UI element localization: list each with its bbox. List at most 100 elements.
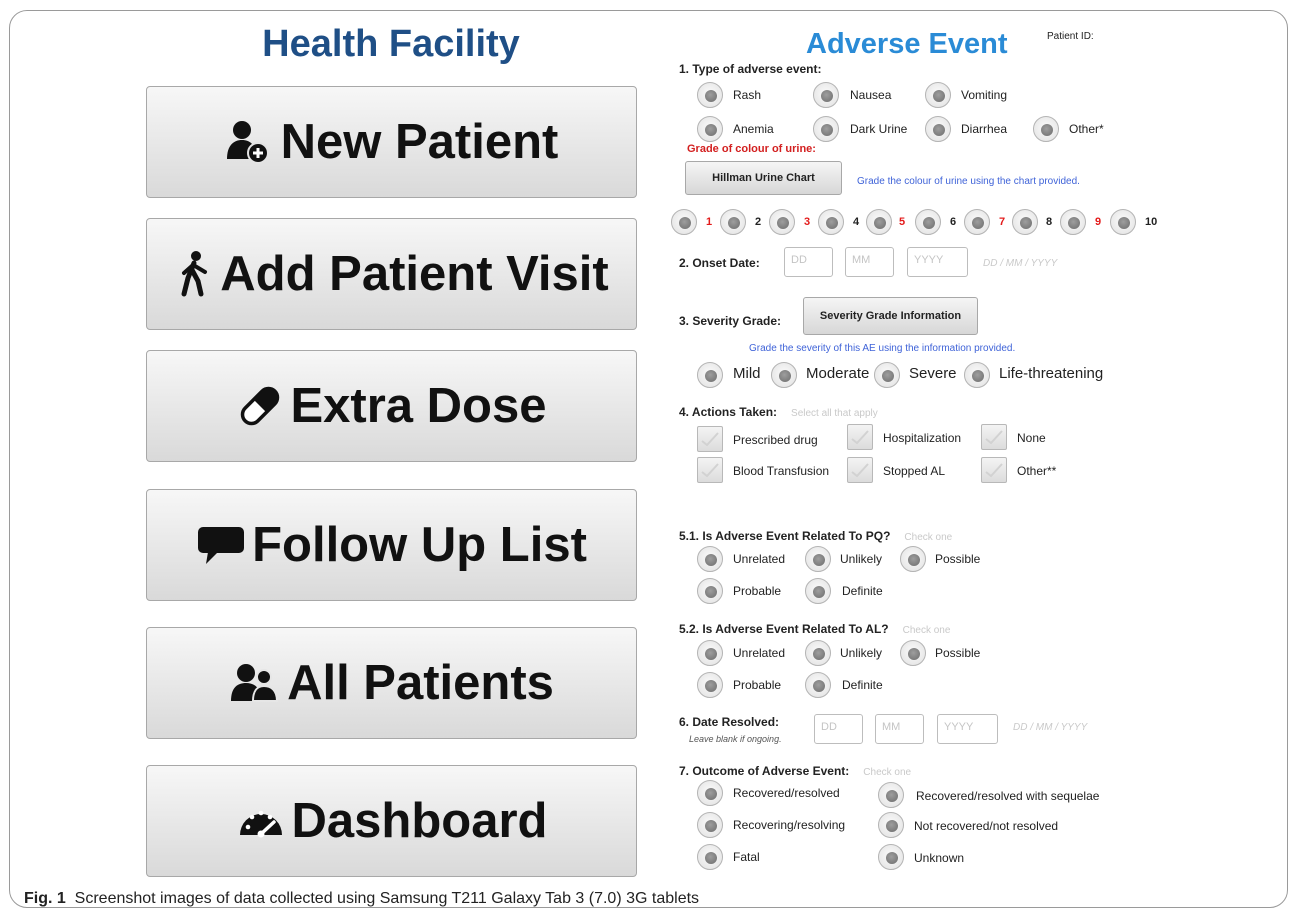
q4-title: 4. Actions Taken: — [679, 405, 778, 419]
q3-label: 3. Severity Grade: — [679, 314, 782, 328]
al-unlikely-label: Unlikely — [840, 646, 883, 660]
checkbox-hospitalization[interactable] — [847, 424, 873, 450]
outcome-recovering-label: Recovering/resolving — [733, 818, 846, 832]
option-none-label: None — [1017, 431, 1046, 445]
adverse-event-title: Adverse Event — [806, 28, 1008, 60]
grade-radio-7[interactable] — [964, 209, 990, 235]
add-patient-visit-button[interactable]: Add Patient Visit — [146, 218, 637, 330]
al-radio-definite[interactable] — [805, 672, 831, 698]
check-icon — [701, 432, 719, 447]
grade-radio-3[interactable] — [769, 209, 795, 235]
q52-label: 5.2. Is Adverse Event Related To AL? Chec… — [679, 622, 950, 636]
grade-radio-2[interactable] — [720, 209, 746, 235]
grade-7-label: 7 — [999, 216, 1006, 228]
q6-label: 6. Date Resolved: — [679, 715, 780, 729]
checkbox-prescribed-drug[interactable] — [697, 426, 723, 452]
pq-radio-unrelated[interactable] — [697, 546, 723, 572]
al-radio-unrelated[interactable] — [697, 640, 723, 666]
radio-severe[interactable] — [874, 362, 900, 388]
extra-dose-label: Extra Dose — [290, 379, 547, 433]
pq-radio-probable[interactable] — [697, 578, 723, 604]
extra-dose-button[interactable]: Extra Dose — [146, 350, 637, 462]
onset-date-format-hint: DD / MM / YYYY — [983, 258, 1058, 269]
outcome-radio-unknown[interactable] — [878, 844, 904, 870]
resolved-month-field[interactable]: MM — [875, 714, 924, 744]
grade-8-label: 8 — [1046, 216, 1053, 228]
grade-radio-9[interactable] — [1060, 209, 1086, 235]
checkbox-other[interactable] — [981, 457, 1007, 483]
pq-radio-possible[interactable] — [900, 546, 926, 572]
follow-up-list-button[interactable]: Follow Up List — [146, 489, 637, 601]
figure-number: Fig. 1 — [24, 890, 66, 907]
outcome-radio-not-recovered[interactable] — [878, 812, 904, 838]
option-rash-label: Rash — [733, 88, 762, 102]
option-prescribed-drug-label: Prescribed drug — [733, 433, 818, 447]
al-radio-probable[interactable] — [697, 672, 723, 698]
q7-title: 7. Outcome of Adverse Event: — [679, 764, 850, 778]
all-patients-button[interactable]: All Patients — [146, 627, 637, 739]
follow-up-list-label: Follow Up List — [252, 518, 587, 572]
grade-radio-6[interactable] — [915, 209, 941, 235]
severity-hint: Grade the severity of this AE using the … — [749, 343, 1016, 354]
dashboard-button[interactable]: Dashboard — [146, 765, 637, 877]
pq-radio-unlikely[interactable] — [805, 546, 831, 572]
radio-other[interactable] — [1033, 116, 1059, 142]
checkbox-stopped-al[interactable] — [847, 457, 873, 483]
outcome-radio-recovered-sequelae[interactable] — [878, 782, 904, 808]
radio-diarrhea[interactable] — [925, 116, 951, 142]
radio-mild[interactable] — [697, 362, 723, 388]
al-unrelated-label: Unrelated — [733, 646, 786, 660]
pq-unrelated-label: Unrelated — [733, 552, 786, 566]
resolved-day-field[interactable]: DD — [814, 714, 863, 744]
checkbox-blood-transfusion[interactable] — [697, 457, 723, 483]
outcome-unknown-label: Unknown — [914, 851, 965, 865]
grade-radio-5[interactable] — [866, 209, 892, 235]
new-patient-button[interactable]: New Patient — [146, 86, 637, 198]
outcome-radio-recovering[interactable] — [697, 812, 723, 838]
outcome-recovered-sequelae-label: Recovered/resolved with sequelae — [916, 789, 1100, 803]
radio-vomiting[interactable] — [925, 82, 951, 108]
patient-id-label: Patient ID: — [1047, 31, 1094, 42]
q6-subtext: Leave blank if ongoing. — [689, 734, 782, 744]
outcome-radio-fatal[interactable] — [697, 844, 723, 870]
check-icon — [985, 463, 1003, 478]
pq-radio-definite[interactable] — [805, 578, 831, 604]
pq-unlikely-label: Unlikely — [840, 552, 883, 566]
resolved-year-field[interactable]: YYYY — [937, 714, 998, 744]
al-probable-label: Probable — [733, 678, 782, 692]
add-user-icon — [225, 119, 275, 165]
checkbox-none[interactable] — [981, 424, 1007, 450]
q1-label: 1. Type of adverse event: — [679, 62, 822, 76]
q51-label: 5.1. Is Adverse Event Related To PQ? Chec… — [679, 529, 952, 543]
grade-radio-8[interactable] — [1012, 209, 1038, 235]
al-possible-label: Possible — [935, 646, 981, 660]
radio-nausea[interactable] — [813, 82, 839, 108]
option-other-double-label: Other** — [1017, 464, 1057, 478]
pill-icon — [236, 383, 284, 429]
option-other-label: Other* — [1069, 122, 1104, 136]
new-patient-label: New Patient — [280, 115, 559, 169]
outcome-radio-recovered[interactable] — [697, 780, 723, 806]
q52-hint: Check one — [902, 625, 951, 636]
check-icon — [851, 463, 869, 478]
grade-radio-1[interactable] — [671, 209, 697, 235]
onset-year-field[interactable]: YYYY — [907, 247, 968, 277]
grade-radio-4[interactable] — [818, 209, 844, 235]
hillman-urine-chart-button[interactable]: Hillman Urine Chart — [685, 161, 842, 195]
al-radio-unlikely[interactable] — [805, 640, 831, 666]
q51-title: 5.1. Is Adverse Event Related To PQ? — [679, 529, 891, 543]
onset-month-field[interactable]: MM — [845, 247, 894, 277]
grade-radio-10[interactable] — [1110, 209, 1136, 235]
option-hospitalization-label: Hospitalization — [883, 431, 962, 445]
grade-4-label: 4 — [853, 216, 860, 228]
al-radio-possible[interactable] — [900, 640, 926, 666]
severity-grade-info-button[interactable]: Severity Grade Information — [803, 297, 978, 335]
radio-anemia[interactable] — [697, 116, 723, 142]
option-anemia-label: Anemia — [733, 122, 774, 136]
radio-life-threatening[interactable] — [964, 362, 990, 388]
radio-rash[interactable] — [697, 82, 723, 108]
radio-dark-urine[interactable] — [813, 116, 839, 142]
option-vomiting-label: Vomiting — [961, 88, 1008, 102]
radio-moderate[interactable] — [771, 362, 797, 388]
onset-day-field[interactable]: DD — [784, 247, 833, 277]
